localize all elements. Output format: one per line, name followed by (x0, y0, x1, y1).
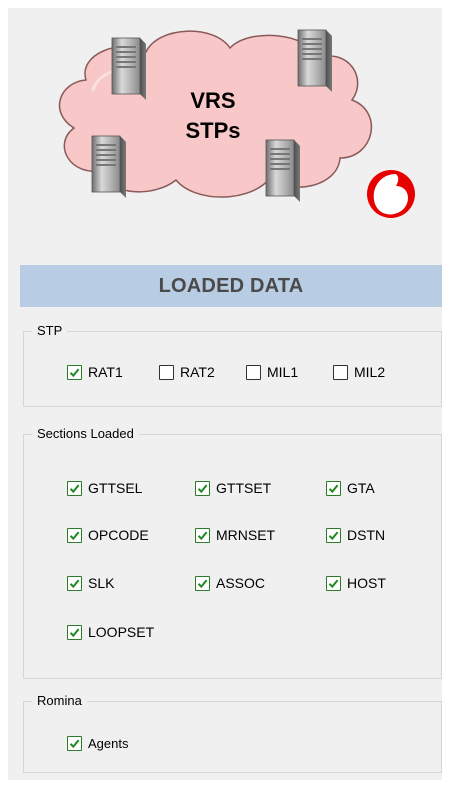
checkbox-slk[interactable]: SLK (67, 575, 114, 591)
checkbox-agents[interactable]: Agents (67, 736, 128, 751)
checkbox-box[interactable] (195, 527, 210, 543)
check-icon (197, 579, 208, 588)
server-icon (297, 29, 332, 92)
checkbox-mrnset[interactable]: MRNSET (195, 527, 275, 543)
checkbox-label: ASSOC (216, 575, 266, 591)
sections-loaded-groupbox: Sections Loaded GTTSEL GTTSET GTA OPCODE (23, 426, 442, 679)
checkbox-box[interactable] (246, 364, 261, 380)
checkbox-dstn[interactable]: DSTN (326, 527, 385, 543)
server-icon (111, 37, 146, 100)
checkbox-label: MRNSET (216, 527, 276, 543)
checkbox-label: Agents (88, 736, 129, 751)
check-icon (69, 531, 80, 540)
checkbox-label: MIL1 (267, 364, 299, 380)
checkbox-rat1[interactable]: RAT1 (67, 364, 123, 380)
stp-groupbox: STP RAT1 RAT2 MIL1 MIL2 (23, 323, 442, 407)
checkbox-assoc[interactable]: ASSOC (195, 575, 265, 591)
checkbox-box[interactable] (67, 364, 82, 380)
checkbox-label: SLK (88, 575, 115, 591)
sections-group-legend: Sections Loaded (32, 426, 139, 442)
checkbox-label: RAT1 (88, 364, 123, 380)
checkbox-label: GTTSEL (88, 480, 143, 496)
romina-group-legend: Romina (32, 693, 87, 709)
check-icon (69, 628, 80, 637)
checkbox-box[interactable] (159, 364, 174, 380)
checkbox-label: RAT2 (180, 364, 215, 380)
checkbox-label: MIL2 (354, 364, 386, 380)
check-icon (328, 484, 339, 493)
checkbox-gta[interactable]: GTA (326, 480, 375, 496)
checkbox-mil2[interactable]: MIL2 (333, 364, 385, 380)
main-panel: VRS STPs LOADED DATA STP RAT1 RAT2 MIL1 … (8, 8, 442, 780)
loaded-data-banner: LOADED DATA (20, 265, 442, 307)
checkbox-box[interactable] (195, 480, 210, 496)
vodafone-logo-icon (367, 170, 415, 218)
check-icon (197, 484, 208, 493)
checkbox-label: OPCODE (88, 527, 149, 543)
checkbox-box[interactable] (326, 575, 341, 591)
cloud-title-line2: STPs (185, 118, 240, 143)
check-icon (69, 579, 80, 588)
checkbox-label: GTA (347, 480, 375, 496)
cloud-title-line1: VRS (190, 88, 235, 113)
header-illustration: VRS STPs (8, 8, 442, 248)
checkbox-box[interactable] (67, 480, 82, 496)
check-icon (328, 531, 339, 540)
checkbox-box[interactable] (67, 575, 82, 591)
checkbox-label: HOST (347, 575, 386, 591)
check-icon (69, 739, 80, 749)
checkbox-loopset[interactable]: LOOPSET (67, 624, 154, 640)
checkbox-box[interactable] (333, 364, 348, 380)
checkbox-mil1[interactable]: MIL1 (246, 364, 298, 380)
checkbox-gttsel[interactable]: GTTSEL (67, 480, 142, 496)
checkbox-label: DSTN (347, 527, 386, 543)
checkbox-box[interactable] (67, 527, 82, 543)
checkbox-label: LOOPSET (88, 624, 155, 640)
banner-title: LOADED DATA (158, 274, 304, 297)
server-icon (91, 135, 126, 198)
romina-groupbox: Romina Agents (23, 693, 442, 773)
stp-group-legend: STP (32, 323, 68, 339)
check-icon (328, 579, 339, 588)
checkbox-gttset[interactable]: GTTSET (195, 480, 271, 496)
check-icon (69, 368, 80, 377)
checkbox-host[interactable]: HOST (326, 575, 386, 591)
checkbox-label: GTTSET (216, 480, 272, 496)
server-icon (265, 139, 300, 202)
checkbox-box[interactable] (67, 736, 82, 751)
checkbox-box[interactable] (195, 575, 210, 591)
checkbox-rat2[interactable]: RAT2 (159, 364, 215, 380)
checkbox-opcode[interactable]: OPCODE (67, 527, 149, 543)
check-icon (69, 484, 80, 493)
checkbox-box[interactable] (67, 624, 82, 640)
checkbox-box[interactable] (326, 480, 341, 496)
checkbox-box[interactable] (326, 527, 341, 543)
check-icon (197, 531, 208, 540)
